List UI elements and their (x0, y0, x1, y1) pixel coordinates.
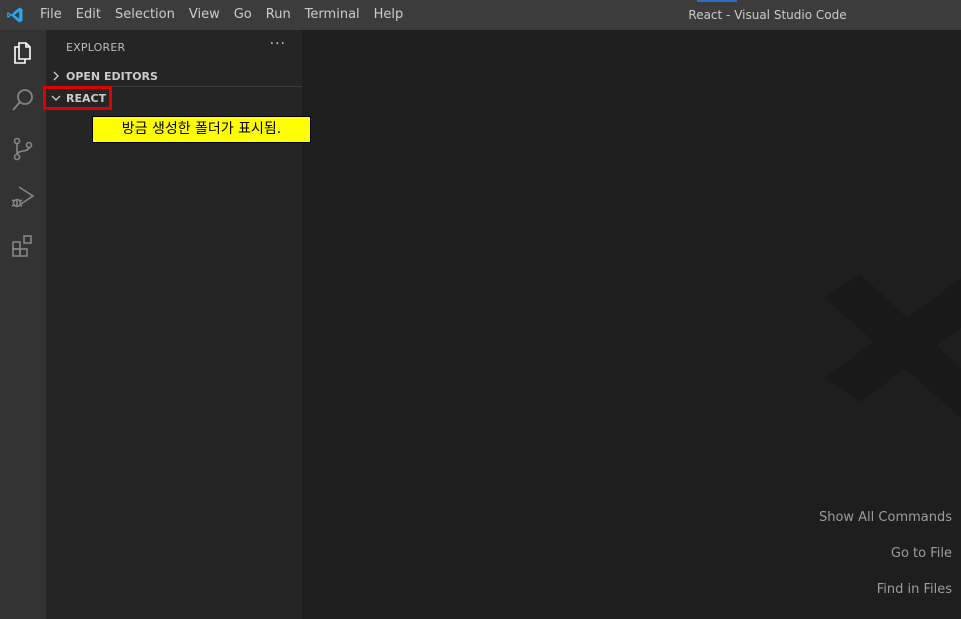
annotation-callout: 방금 생성한 폴더가 표시됨. (92, 116, 311, 143)
menu-go[interactable]: Go (227, 0, 259, 30)
section-label: OPEN EDITORS (66, 69, 158, 83)
chevron-right-icon (46, 71, 66, 81)
menu-terminal[interactable]: Terminal (298, 0, 367, 30)
title-bar: File Edit Selection View Go Run Terminal… (0, 0, 961, 30)
highlight-box (43, 86, 112, 110)
section-open-editors[interactable]: OPEN EDITORS (46, 65, 302, 87)
vscode-watermark-icon (820, 268, 961, 432)
menu-help[interactable]: Help (367, 0, 411, 30)
window-title: React - Visual Studio Code (688, 8, 847, 22)
shortcut-go-to-file: Go to File (890, 546, 952, 561)
vscode-logo-icon (0, 0, 30, 30)
explorer-icon[interactable] (0, 30, 46, 76)
activity-bar (0, 30, 46, 619)
menu-edit[interactable]: Edit (69, 0, 108, 30)
menu-bar: File Edit Selection View Go Run Terminal… (33, 0, 410, 30)
run-debug-icon[interactable] (0, 174, 46, 220)
extensions-icon[interactable] (0, 223, 46, 269)
shortcut-find-in-files: Find in Files (876, 582, 952, 597)
source-control-icon[interactable] (0, 126, 46, 172)
more-actions-button[interactable]: ··· (270, 36, 286, 52)
menu-view[interactable]: View (182, 0, 227, 30)
menu-file[interactable]: File (33, 0, 69, 30)
menu-selection[interactable]: Selection (108, 0, 182, 30)
shortcut-show-all-commands: Show All Commands (818, 510, 952, 525)
search-icon[interactable] (0, 77, 46, 123)
menu-run[interactable]: Run (259, 0, 298, 30)
sidebar-title: EXPLORER (66, 41, 126, 54)
